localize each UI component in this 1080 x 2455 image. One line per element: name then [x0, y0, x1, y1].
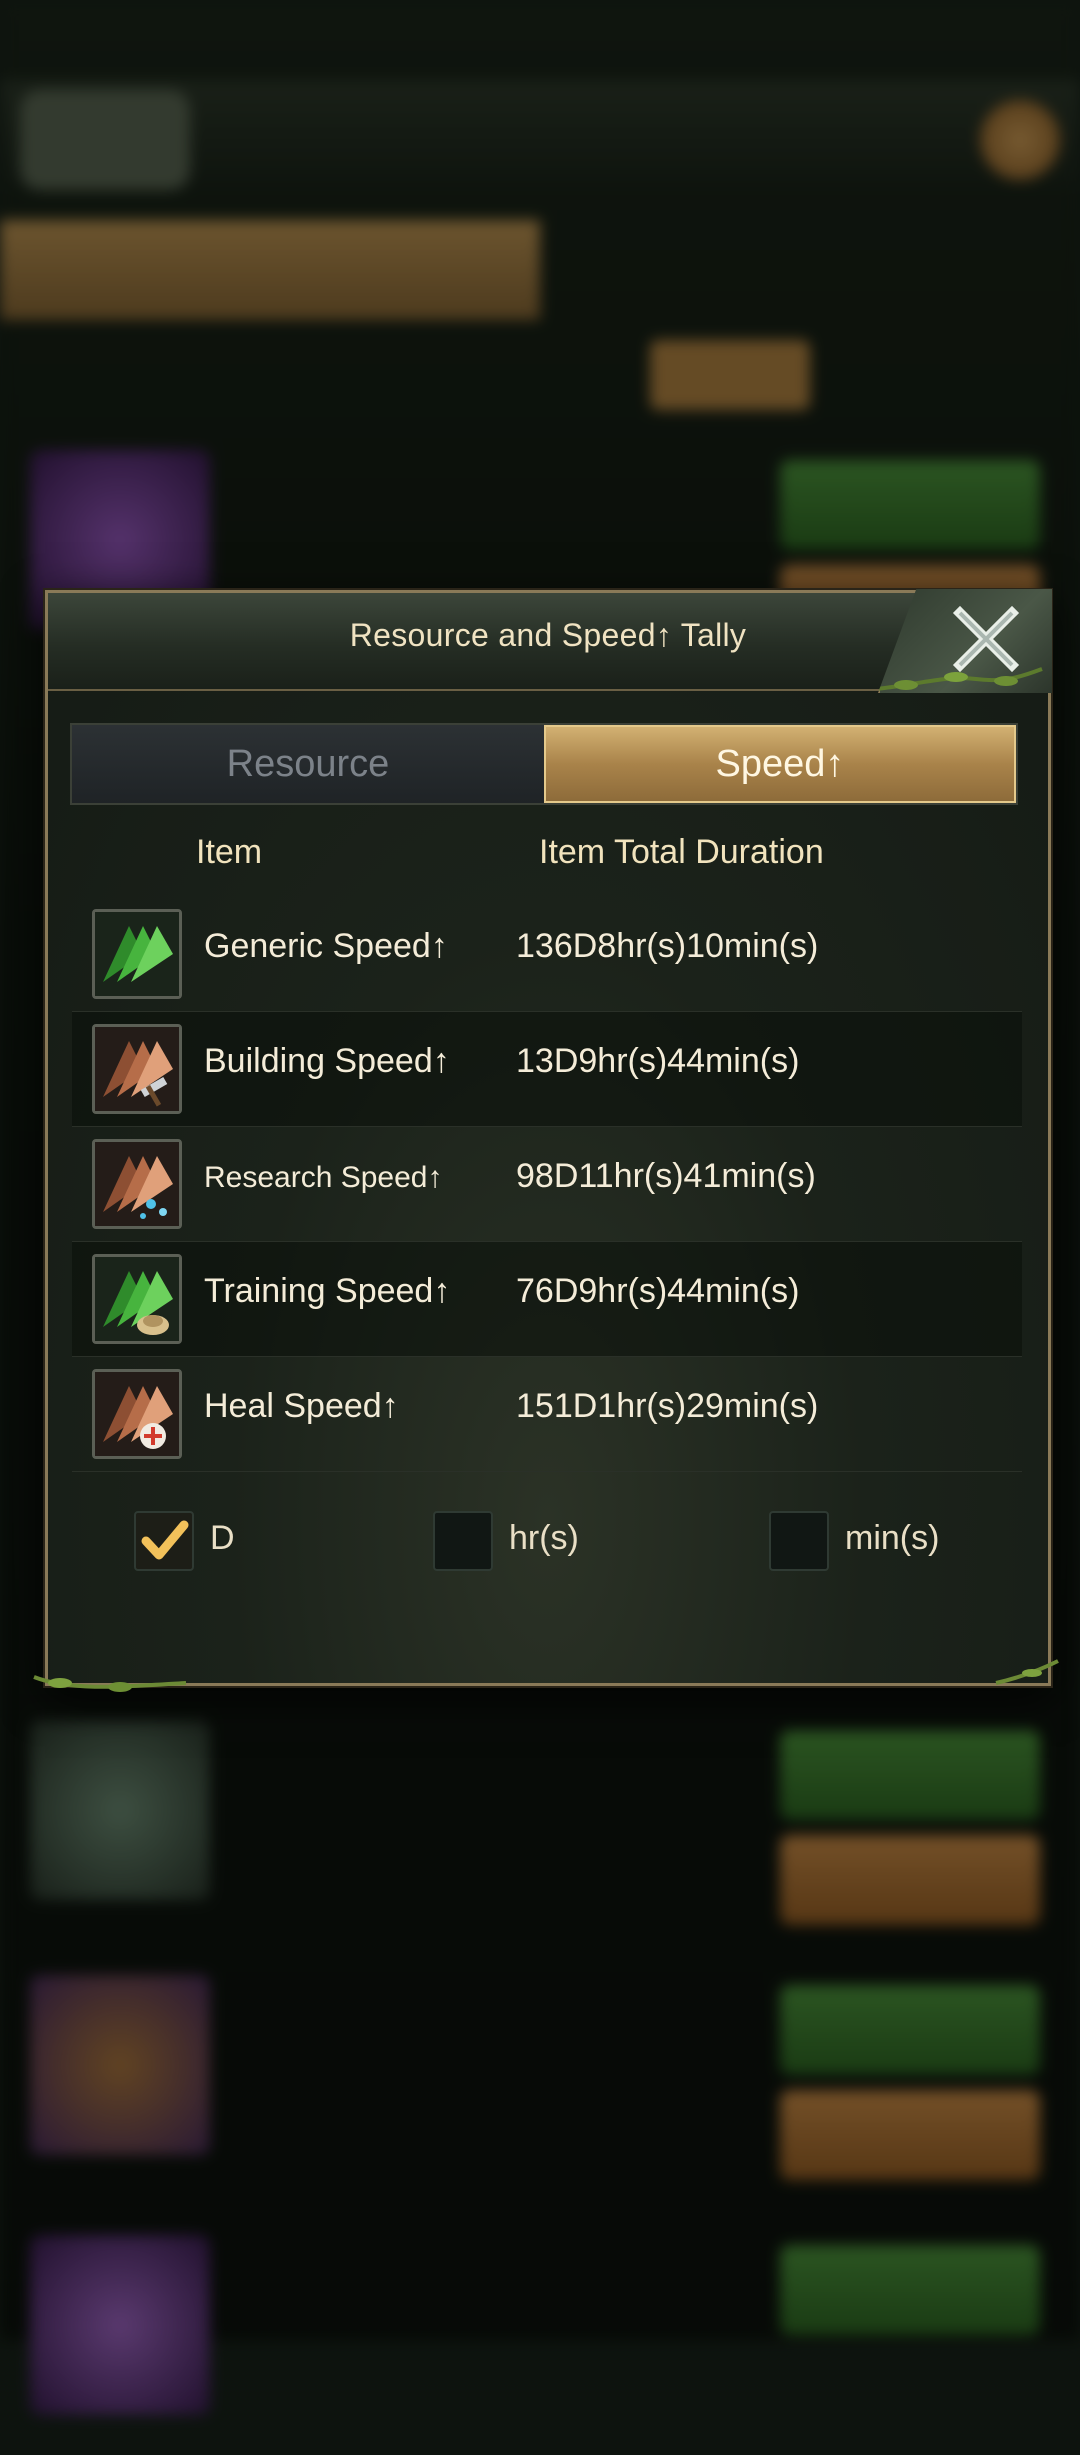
- bg-green-button: [780, 1730, 1040, 1820]
- unit-label: min(s): [845, 1519, 940, 1557]
- bg-green-button: [780, 1985, 1040, 2075]
- bg-tab: [0, 220, 540, 320]
- list-item: Generic Speed↑ 136D8hr(s)10min(s): [72, 897, 1022, 1012]
- vine-decoration-icon: [33, 1675, 187, 1692]
- column-header-duration: Item Total Duration: [539, 833, 824, 871]
- item-duration: 76D9hr(s)44min(s): [516, 1272, 800, 1310]
- list-item: Training Speed↑ 76D9hr(s)44min(s): [72, 1242, 1022, 1357]
- list-item: Heal Speed↑ 151D1hr(s)29min(s): [72, 1357, 1022, 1472]
- bg-coin-icon: [980, 100, 1060, 180]
- item-label: Heal Speed↑: [204, 1387, 399, 1425]
- bg-orange-button: [780, 2090, 1040, 2180]
- unit-label: hr(s): [509, 1519, 579, 1557]
- item-duration: 98D11hr(s)41min(s): [516, 1157, 816, 1195]
- unit-label: D: [210, 1519, 235, 1557]
- item-duration: 136D8hr(s)10min(s): [516, 927, 819, 965]
- research-speed-flask-icon: [92, 1139, 182, 1229]
- item-duration: 151D1hr(s)29min(s): [516, 1387, 819, 1425]
- tally-dialog: Resource and Speed↑ Tally Resource Speed…: [33, 589, 1059, 1692]
- tab-bar: Resource Speed↑: [70, 723, 1018, 805]
- bg-list-item: [20, 1965, 1060, 2195]
- item-duration: 13D9hr(s)44min(s): [516, 1042, 800, 1080]
- item-label: Generic Speed↑: [204, 927, 448, 965]
- day-checkbox[interactable]: [134, 1511, 194, 1571]
- tab-speed[interactable]: Speed↑: [544, 725, 1016, 803]
- hours-checkbox[interactable]: [433, 1511, 493, 1571]
- list-item: Research Speed↑ 98D11hr(s)41min(s): [72, 1127, 1022, 1242]
- item-label: Training Speed↑: [204, 1272, 451, 1310]
- green-speed-arrows-icon: [92, 909, 182, 999]
- training-speed-helmet-icon: [92, 1254, 182, 1344]
- bg-back-button: [20, 90, 190, 190]
- vine-decoration-icon: [995, 1659, 1059, 1685]
- bg-item-thumb: [30, 1975, 210, 2155]
- tab-resource[interactable]: Resource: [72, 725, 544, 803]
- bg-orange-button: [780, 1835, 1040, 1925]
- bg-green-button: [780, 460, 1040, 550]
- item-label: Building Speed↑: [204, 1042, 450, 1080]
- list-item: Building Speed↑ 13D9hr(s)44min(s): [72, 1012, 1022, 1127]
- column-header-item: Item: [196, 833, 263, 871]
- check-icon: [141, 1520, 189, 1560]
- vine-decoration-icon: [878, 667, 1043, 691]
- minutes-checkbox[interactable]: [769, 1511, 829, 1571]
- bg-green-button: [780, 2245, 1040, 2335]
- speed-list: Generic Speed↑ 136D8hr(s)10min(s) Buildi…: [72, 897, 1022, 1472]
- bg-subtab-active: [650, 340, 810, 410]
- bg-item-thumb: [30, 1720, 210, 1900]
- bg-list-item: [20, 1710, 1060, 1940]
- heal-speed-cross-icon: [92, 1369, 182, 1459]
- item-label: Research Speed↑: [204, 1161, 443, 1194]
- bg-item-thumb: [30, 2235, 210, 2415]
- building-speed-hammer-icon: [92, 1024, 182, 1114]
- bg-list-item: [20, 2225, 1060, 2455]
